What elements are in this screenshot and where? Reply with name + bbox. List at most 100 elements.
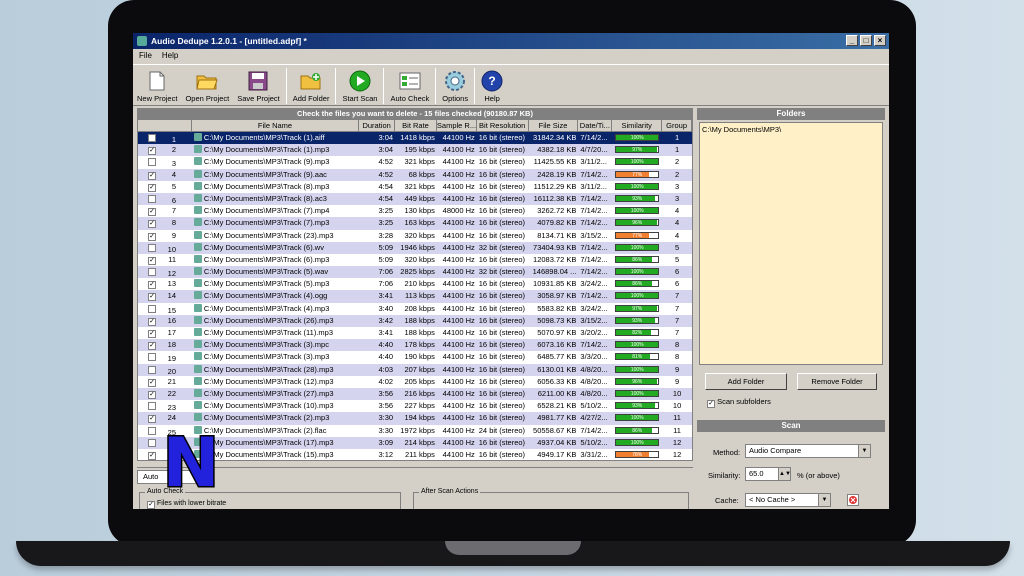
start-scan-button[interactable]: Start Scan — [338, 65, 381, 105]
add-folder-panel-button[interactable]: Add Folder — [705, 373, 787, 390]
row-checkbox[interactable] — [148, 353, 156, 362]
new-project-button[interactable]: New Project — [133, 65, 181, 105]
row-checkbox[interactable]: ✓ — [148, 378, 156, 387]
table-row[interactable]: ✓ 21 C:\My Documents\MP3\Track (12).mp3 4:0… — [138, 376, 692, 388]
column-header[interactable]: Duration — [359, 120, 396, 131]
table-row[interactable]: ✓ 22 C:\My Documents\MP3\Track (27).mp3 3:5… — [138, 387, 692, 401]
row-checkbox[interactable]: ✓ — [148, 208, 156, 217]
column-header[interactable]: File Size — [529, 120, 579, 131]
row-checkbox[interactable]: ✓ — [148, 342, 156, 351]
group-cell: 4 — [674, 218, 680, 228]
column-header[interactable]: Group — [662, 120, 692, 131]
row-checkbox[interactable]: ✓ — [148, 232, 156, 241]
table-row[interactable]: 10 C:\My Documents\MP3\Track (6).wv 5:09 19… — [138, 241, 692, 254]
row-checkbox[interactable]: ✓ — [148, 171, 156, 180]
table-row[interactable]: ✓ 7 C:\My Documents\MP3\Track (7).mp4 3:25 1… — [138, 205, 692, 217]
close-button[interactable]: × — [874, 35, 886, 46]
spin-icon[interactable]: ▲▼ — [778, 468, 791, 480]
row-checkbox[interactable]: ✓ — [148, 415, 156, 424]
menu-help[interactable]: Help — [162, 49, 178, 63]
table-row[interactable]: 1 C:\My Documents\MP3\Track (1).aiff 3:04 1… — [138, 132, 692, 145]
audio-file-icon — [193, 169, 202, 178]
table-row[interactable]: 19 C:\My Documents\MP3\Track (3).mp3 4:40 1… — [138, 351, 692, 363]
folder-list[interactable]: C:\My Documents\MP3\ — [699, 122, 883, 365]
row-checkbox[interactable]: ✓ — [148, 281, 156, 290]
cache-select[interactable]: < No Cache > ▼ — [745, 493, 831, 507]
similarity-stepper[interactable]: 65.0 ▲▼ — [745, 467, 791, 481]
row-checkbox[interactable] — [148, 426, 156, 435]
column-header[interactable]: Sample R... — [437, 120, 477, 131]
row-checkbox[interactable]: ✓ — [148, 147, 156, 156]
table-row[interactable]: ✓ 18 C:\My Documents\MP3\Track (3).mpc 4:40… — [138, 339, 692, 352]
table-row[interactable]: ✓ 27 C:\My Documents\MP3\Track (15).mp3 3:1… — [138, 449, 692, 460]
maximize-button[interactable]: □ — [860, 35, 872, 46]
date-cell: 3/11/2... — [580, 181, 607, 191]
table-row[interactable]: 12 C:\My Documents\MP3\Track (5).wav 7:06 2… — [138, 266, 692, 279]
row-checkbox[interactable]: ✓ — [148, 256, 156, 265]
add-folder-button[interactable]: Add Folder — [289, 65, 334, 105]
row-checkbox[interactable]: ✓ — [148, 293, 156, 302]
row-checkbox[interactable] — [148, 304, 156, 313]
row-checkbox[interactable] — [148, 268, 156, 277]
column-header[interactable] — [138, 120, 192, 131]
file-name-cell: C:\My Documents\MP3\Track (9).aac — [192, 169, 359, 181]
open-project-button[interactable]: Open Project — [181, 65, 233, 105]
table-row[interactable]: ✓ 8 C:\My Documents\MP3\Track (7).mp3 3:25 1… — [138, 217, 692, 230]
column-header[interactable]: Bit Resolution — [477, 120, 529, 131]
minimize-button[interactable]: _ — [846, 35, 858, 46]
remove-folder-button[interactable]: Remove Folder — [797, 373, 877, 390]
row-checkbox[interactable] — [148, 243, 156, 252]
table-row[interactable]: ✓ 11 C:\My Documents\MP3\Track (6).mp3 5:09… — [138, 254, 692, 266]
row-checkbox[interactable] — [148, 134, 156, 142]
audio-file-icon — [193, 401, 202, 410]
table-row[interactable]: 6 C:\My Documents\MP3\Track (8).ac3 4:54 44… — [138, 192, 692, 206]
table-row[interactable]: 15 C:\My Documents\MP3\Track (4).mp3 3:40 2… — [138, 303, 692, 315]
auto-check-button[interactable]: Auto Check — [386, 65, 433, 105]
save-project-button[interactable]: Save Project — [233, 65, 284, 105]
table-row[interactable]: 3 C:\My Documents\MP3\Track (9).mp3 4:52 32… — [138, 156, 692, 168]
sample-rate-cell: 44100 Hz — [442, 181, 475, 191]
row-checkbox[interactable]: ✓ — [148, 390, 156, 399]
table-row[interactable]: ✓ 24 C:\My Documents\MP3\Track (2).mp3 3:30… — [138, 412, 692, 425]
table-row[interactable]: ✓ 16 C:\My Documents\MP3\Track (26).mp3 3:4… — [138, 314, 692, 327]
table-row[interactable]: 26 C:\My Documents\MP3\Track (17).mp3 3:09… — [138, 436, 692, 449]
column-header[interactable]: Date/Ti... — [578, 120, 613, 131]
sample-rate-cell: 44100 Hz — [442, 291, 475, 301]
row-checkbox[interactable]: ✓ — [148, 317, 156, 326]
group-cell: 10 — [672, 401, 682, 411]
file-name-cell: C:\My Documents\MP3\Track (5).mp3 — [192, 278, 359, 290]
column-header[interactable]: Bit Rate — [395, 120, 437, 131]
table-row[interactable]: ✓ 17 C:\My Documents\MP3\Track (11).mp3 3:4… — [138, 327, 692, 339]
row-checkbox[interactable]: ✓ — [148, 220, 156, 229]
table-row[interactable]: 25 C:\My Documents\MP3\Track (2).flac 3:30… — [138, 425, 692, 437]
row-checkbox[interactable]: ✓ — [148, 183, 156, 192]
menu-file[interactable]: File — [139, 49, 152, 63]
help-button[interactable]: ? Help — [477, 65, 507, 105]
row-checkbox[interactable]: ✓ — [148, 330, 156, 338]
table-row[interactable]: ✓ 2 C:\My Documents\MP3\Track (1).mp3 3:04 1… — [138, 144, 692, 157]
table-row[interactable]: ✓ 9 C:\My Documents\MP3\Track (23).mp3 3:28… — [138, 230, 692, 242]
table-row[interactable]: ✓ 14 C:\My Documents\MP3\Track (4).ogg 3:41… — [138, 290, 692, 303]
table-row[interactable]: ✓ 4 C:\My Documents\MP3\Track (9).aac 4:52 6… — [138, 168, 692, 181]
lower-bitrate-option[interactable]: ✓ Files with lower bitrate — [147, 500, 226, 509]
clear-cache-button[interactable] — [847, 494, 859, 506]
row-checkbox[interactable] — [148, 402, 156, 411]
row-checkbox[interactable]: ✓ — [148, 451, 156, 460]
folder-item[interactable]: C:\My Documents\MP3\ — [702, 125, 880, 134]
table-row[interactable]: 23 C:\My Documents\MP3\Track (10).mp3 3:56… — [138, 400, 692, 412]
row-checkbox[interactable] — [148, 158, 156, 167]
options-button[interactable]: Options — [438, 65, 472, 105]
column-header[interactable]: File Name — [192, 120, 360, 131]
date-cell: 7/14/2... — [580, 242, 608, 252]
scan-subfolders-option[interactable]: ✓ Scan subfolders — [707, 397, 771, 408]
column-header[interactable]: Similarity — [612, 120, 663, 131]
row-checkbox[interactable] — [148, 194, 156, 203]
row-checkbox[interactable] — [148, 438, 156, 447]
row-checkbox[interactable] — [148, 365, 156, 374]
table-row[interactable]: 20 C:\My Documents\MP3\Track (28).mp3 4:03… — [138, 363, 692, 376]
method-select[interactable]: Audio Compare ▼ — [745, 444, 871, 458]
similarity-cell: 86% — [612, 278, 662, 290]
row-number: 6 — [171, 195, 176, 205]
table-row[interactable]: ✓ 13 C:\My Documents\MP3\Track (5).mp3 7:06… — [138, 278, 692, 290]
table-row[interactable]: ✓ 5 C:\My Documents\MP3\Track (8).mp3 4:54 3… — [138, 181, 692, 193]
